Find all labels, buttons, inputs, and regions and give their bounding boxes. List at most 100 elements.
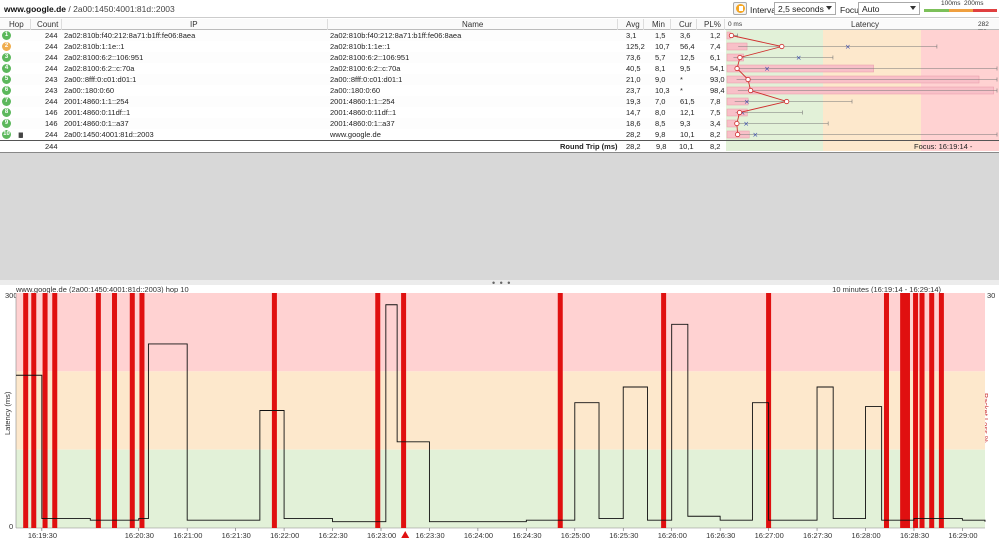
x-tick-label: 16:23:30 bbox=[415, 531, 444, 539]
avg-marker: × bbox=[764, 65, 770, 73]
packet-loss-bar bbox=[95, 293, 101, 528]
cell-ip: 2a02:8100:6:2::c:70a bbox=[64, 64, 135, 73]
latency-timeline-chart[interactable]: 16:19:30 16:20:30 16:21:00 16:21:30 16:22:00… bbox=[0, 285, 999, 539]
cell-avg: 28,2 bbox=[626, 130, 641, 139]
col-name[interactable]: Name bbox=[462, 20, 483, 29]
cell-ip: 2001:4860:0:11df::1 bbox=[64, 108, 131, 117]
totals-min: 9,8 bbox=[656, 142, 667, 151]
packet-loss-bar bbox=[112, 293, 118, 528]
cell-name: 2001:4860:0:11df::1 bbox=[330, 108, 397, 117]
cell-cur: * bbox=[680, 86, 683, 95]
cell-count: 146 bbox=[45, 119, 58, 128]
packet-loss-bar bbox=[919, 293, 925, 528]
packet-loss-bar bbox=[557, 293, 563, 528]
current-latency-point bbox=[736, 109, 743, 116]
current-latency-point bbox=[748, 87, 754, 94]
col-avg[interactable]: Avg bbox=[626, 20, 640, 29]
totals-pl: 8,2 bbox=[710, 142, 721, 151]
hop-badge: 10 bbox=[2, 130, 11, 139]
totals-cur: 10,1 bbox=[679, 142, 694, 151]
x-tick-label: 16:28:30 bbox=[900, 531, 929, 539]
cell-ip: 2a00:1450:4001:81d::2003 bbox=[64, 130, 154, 139]
pause-icon bbox=[736, 4, 745, 13]
cell-cur: 56,4 bbox=[680, 42, 695, 51]
cell-cur: 10,1 bbox=[680, 130, 695, 139]
cell-ip: 2a02:810b:1:1e::1 bbox=[64, 42, 125, 51]
x-tick-label: 16:29:00 bbox=[948, 531, 977, 539]
hop-badge: 1 bbox=[2, 31, 11, 40]
cell-cur: 3,6 bbox=[680, 31, 691, 40]
packet-loss-bar bbox=[23, 293, 29, 528]
timeline-graph: www.google.de (2a00:1450:4001:81d::2003)… bbox=[0, 285, 999, 539]
hop-table: Hop Count IP Name Avg Min Cur PL% 0 ms L… bbox=[0, 19, 999, 160]
cell-count: 244 bbox=[45, 64, 58, 73]
x-tick-label: 16:25:30 bbox=[609, 531, 638, 539]
col-latency[interactable]: Latency bbox=[851, 20, 879, 29]
target-host: www.google.de bbox=[4, 4, 67, 14]
col-hop[interactable]: Hop bbox=[9, 20, 24, 29]
current-latency-point bbox=[728, 32, 735, 39]
cell-count: 146 bbox=[45, 108, 58, 117]
x-tick-label: 16:24:30 bbox=[512, 531, 541, 539]
packet-loss-bar bbox=[661, 293, 667, 528]
x-tick-label: 16:22:30 bbox=[319, 531, 348, 539]
hop-badge: 2 bbox=[2, 42, 11, 51]
graph-hop-icon[interactable]: ▮▮▮ bbox=[18, 131, 23, 139]
cell-cur: 9,5 bbox=[680, 64, 691, 73]
col-pl[interactable]: PL% bbox=[704, 20, 721, 29]
col-cur[interactable]: Cur bbox=[679, 20, 692, 29]
cell-name: 2001:4860:1:1::254 bbox=[330, 97, 395, 106]
hop-badge: 7 bbox=[2, 97, 11, 106]
cell-name: 2a02:810b:1:1e::1 bbox=[330, 42, 391, 51]
cell-ip: 2a00::8fff:0:c01:d01:1 bbox=[64, 75, 137, 84]
pause-button[interactable] bbox=[733, 2, 747, 15]
cell-pl: 7,4 bbox=[710, 42, 721, 51]
col-ip[interactable]: IP bbox=[190, 20, 198, 29]
cell-name: 2a00::8fff:0:c01:d01:1 bbox=[330, 75, 403, 84]
current-latency-point bbox=[735, 131, 741, 138]
current-latency-point bbox=[779, 43, 785, 50]
interval-value: 2,5 seconds bbox=[778, 4, 824, 14]
cell-min: 5,7 bbox=[655, 53, 666, 62]
packet-loss-bar bbox=[52, 293, 58, 528]
chevron-down-icon bbox=[910, 6, 916, 10]
focus-value: Auto bbox=[862, 4, 880, 14]
cell-ip: 2a02:810b:f40:212:8a71:b1ff:fe06:8aea bbox=[64, 31, 196, 40]
zone-orange bbox=[16, 371, 985, 450]
cell-count: 243 bbox=[45, 75, 58, 84]
hop-badge: 4 bbox=[2, 64, 11, 73]
cell-avg: 23,7 bbox=[626, 86, 641, 95]
hop-badge: 9 bbox=[2, 119, 11, 128]
x-tick-label: 16:27:30 bbox=[803, 531, 832, 539]
col-min[interactable]: Min bbox=[652, 20, 665, 29]
cell-pl: 93,0 bbox=[710, 75, 725, 84]
current-latency-point bbox=[745, 76, 751, 83]
x-tick-label: 16:25:00 bbox=[561, 531, 590, 539]
target-address: 2a00:1450:4001:81d::2003 bbox=[73, 4, 175, 14]
cell-name: 2a02:8100:6:2::c:70a bbox=[330, 64, 401, 73]
x-tick-label: 16:19:30 bbox=[28, 531, 57, 539]
hop-badge: 3 bbox=[2, 53, 11, 62]
hop-badge: 5 bbox=[2, 75, 11, 84]
col-count[interactable]: Count bbox=[37, 20, 58, 29]
interval-select[interactable]: 2,5 seconds bbox=[774, 2, 836, 15]
avg-marker: × bbox=[752, 131, 758, 139]
cell-cur: 12,1 bbox=[680, 108, 695, 117]
x-tick-label: 16:21:30 bbox=[222, 531, 251, 539]
cell-cur: 9,3 bbox=[680, 119, 691, 128]
packet-loss-bar bbox=[883, 293, 889, 528]
packet-loss-bar bbox=[401, 293, 407, 528]
hop-badge: 6 bbox=[2, 86, 11, 95]
scale-200-label: 200ms bbox=[964, 0, 984, 7]
x-tick-label: 16:26:00 bbox=[658, 531, 687, 539]
cell-pl: 98,4 bbox=[710, 86, 725, 95]
totals-row: 244 Round Trip (ms) 28,2 9,8 10,1 8,2 Fo… bbox=[0, 140, 999, 160]
focus-select[interactable]: Auto bbox=[858, 2, 920, 15]
x-tick-label: 16:26:30 bbox=[706, 531, 735, 539]
cell-min: 1,5 bbox=[655, 31, 666, 40]
packet-loss-bar bbox=[129, 293, 135, 528]
cell-min: 8,0 bbox=[655, 108, 666, 117]
cell-avg: 40,5 bbox=[626, 64, 641, 73]
cell-cur: * bbox=[680, 75, 683, 84]
packet-loss-bar bbox=[938, 293, 944, 528]
